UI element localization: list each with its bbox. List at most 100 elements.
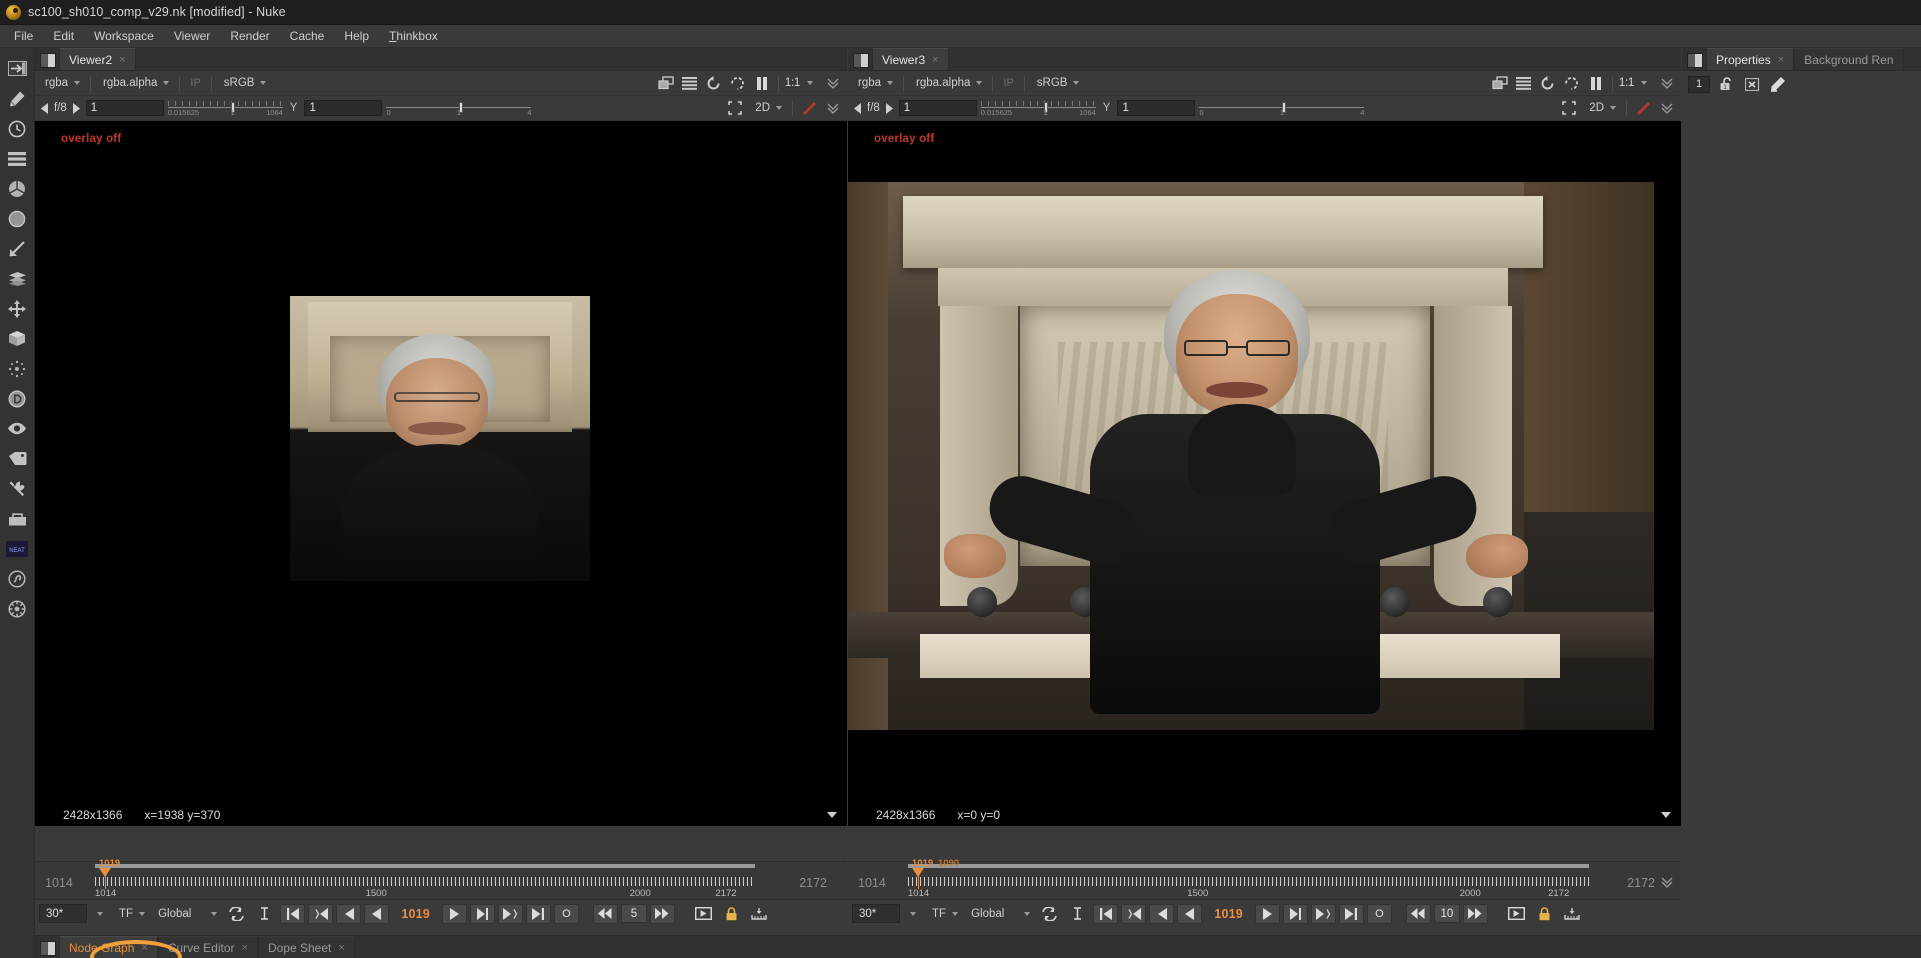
viewer2-current-frame[interactable]: 1019 bbox=[392, 907, 439, 921]
panel-grip-icon[interactable] bbox=[40, 941, 56, 956]
filter-node-icon[interactable] bbox=[3, 206, 31, 231]
menu-item-help[interactable]: Help bbox=[334, 26, 379, 46]
viewer2-prev-keyframe-button[interactable] bbox=[308, 903, 334, 924]
viewer3-roi-icon[interactable] bbox=[1559, 99, 1579, 118]
viewer3-layer-select[interactable]: rgba.alpha bbox=[910, 74, 986, 92]
viewer2-step-forward-button[interactable] bbox=[469, 903, 495, 924]
viewer3-timeline-collapse-icon[interactable] bbox=[1657, 872, 1677, 891]
viewer3-fps-field[interactable]: 30* bbox=[852, 904, 900, 923]
menu-item-thinkbox[interactable]: Thinkbox bbox=[379, 26, 448, 46]
clear-all-icon[interactable] bbox=[1742, 75, 1762, 94]
gear-circle-node-icon[interactable] bbox=[3, 596, 31, 621]
tab-background-render[interactable]: Background Ren bbox=[1794, 48, 1904, 70]
viewer3-collapse-icon[interactable] bbox=[1657, 99, 1677, 118]
viewer3-fstop-decrease[interactable] bbox=[852, 101, 863, 115]
viewer3-step-forward-button[interactable] bbox=[1282, 903, 1308, 924]
metadata-tag-icon[interactable] bbox=[3, 446, 31, 471]
viewer3-playback-mode-button[interactable] bbox=[1037, 904, 1062, 924]
image-node-icon[interactable] bbox=[3, 56, 31, 81]
channel-node-icon[interactable] bbox=[3, 146, 31, 171]
viewer2-frame-range-button[interactable] bbox=[747, 904, 772, 924]
viewer3-gain-slider[interactable]: 0.015625 1 1064 bbox=[980, 100, 1096, 117]
viewer2-step-field[interactable]: 5 bbox=[620, 904, 647, 923]
viewer3-status-expand-icon[interactable] bbox=[1661, 812, 1671, 818]
tab-properties-close-icon[interactable]: × bbox=[1778, 54, 1784, 66]
tab-curve-editor-close-icon[interactable]: × bbox=[242, 942, 248, 954]
viewer2-scope-select[interactable]: Global bbox=[152, 905, 221, 923]
viewer2-zoom-ratio[interactable]: 1:1 bbox=[785, 77, 800, 89]
viewer3-next-keyframe-button[interactable] bbox=[1310, 903, 1336, 924]
viewer2-set-in-point-button[interactable] bbox=[252, 904, 277, 924]
menu-item-viewer[interactable]: Viewer bbox=[164, 26, 220, 46]
viewer3-step-field[interactable]: 10 bbox=[1433, 904, 1460, 923]
panel-grip-icon[interactable] bbox=[1687, 53, 1703, 68]
viewer3-step-back-button[interactable] bbox=[1149, 903, 1175, 924]
viewer3-masking-icon[interactable] bbox=[1633, 99, 1653, 118]
viewer2-playback-mode-button[interactable] bbox=[224, 904, 249, 924]
viewer2-pause-icon[interactable] bbox=[752, 74, 772, 93]
tab-dope-sheet-close-icon[interactable]: × bbox=[338, 942, 344, 954]
wrench-node-icon[interactable] bbox=[3, 476, 31, 501]
viewer2-goto-start-button[interactable] bbox=[280, 903, 306, 924]
viewer2-masking-icon[interactable] bbox=[799, 99, 819, 118]
viewer3-viewmode-select[interactable]: 2D bbox=[1583, 99, 1620, 117]
viewer3-gamma-field[interactable]: 1 bbox=[1117, 100, 1196, 116]
particles-node-icon[interactable] bbox=[3, 356, 31, 381]
transform-node-icon[interactable] bbox=[3, 296, 31, 321]
viewer3-prev-keyframe-button[interactable] bbox=[1121, 903, 1147, 924]
lock-icon[interactable]: 1 bbox=[1716, 75, 1736, 94]
viewer2-frame-back-button[interactable] bbox=[592, 903, 618, 924]
neatvideo-node-icon[interactable]: NEAT bbox=[3, 536, 31, 561]
viewer3-frame-back-button[interactable] bbox=[1405, 903, 1431, 924]
viewer2-play-backward-button[interactable] bbox=[364, 903, 390, 924]
viewer2-colorspace-select[interactable]: sRGB bbox=[218, 74, 271, 92]
viewer3-set-in-point-button[interactable] bbox=[1065, 904, 1090, 924]
viewer2-viewmode-select[interactable]: 2D bbox=[749, 99, 786, 117]
chevron-down-icon[interactable] bbox=[1641, 81, 1647, 85]
viewer3-channels-select[interactable]: rgba bbox=[852, 74, 897, 92]
viewer2-goto-end-button[interactable] bbox=[525, 903, 551, 924]
viewer2-fstop-decrease[interactable] bbox=[39, 101, 50, 115]
viewer3-play-backward-button[interactable] bbox=[1177, 903, 1203, 924]
viewer2-flipbook-button[interactable] bbox=[691, 904, 716, 924]
viewer2-gamma-field[interactable]: 1 bbox=[304, 100, 383, 116]
viewer2-gain-field[interactable]: 1 bbox=[85, 100, 164, 116]
cryptomatte-node-icon[interactable] bbox=[3, 566, 31, 591]
viewer3-ip-badge[interactable]: IP bbox=[999, 77, 1017, 89]
viewer2-status-expand-icon[interactable] bbox=[827, 812, 837, 818]
viewer3-scope-select[interactable]: Global bbox=[965, 905, 1034, 923]
viewer2-timeline[interactable]: 1014 2172 1014 1500 2000 2172 1019 bbox=[35, 858, 847, 899]
viewer2-gamma-slider[interactable]: 0 1 4 bbox=[386, 100, 532, 117]
menu-item-cache[interactable]: Cache bbox=[280, 26, 335, 46]
draw-node-icon[interactable] bbox=[3, 86, 31, 111]
viewer2-collapse-icon[interactable] bbox=[823, 99, 843, 118]
tab-node-graph[interactable]: Node Graph × bbox=[59, 936, 158, 958]
viewer3-zoom-ratio[interactable]: 1:1 bbox=[1619, 77, 1634, 89]
viewer2-roi-icon[interactable] bbox=[725, 99, 745, 118]
menu-item-file[interactable]: File bbox=[4, 26, 43, 46]
viewer2-collapse-icon[interactable] bbox=[823, 74, 843, 93]
viewer3-fstop-increase[interactable] bbox=[884, 101, 895, 115]
viewer2-fstop-increase[interactable] bbox=[71, 101, 82, 115]
viewer3-sync-select[interactable]: TF bbox=[926, 905, 962, 923]
tab-node-graph-close-icon[interactable]: × bbox=[141, 942, 147, 954]
viewer3-goto-start-button[interactable] bbox=[1093, 903, 1119, 924]
viewer3-colorspace-select[interactable]: sRGB bbox=[1031, 74, 1084, 92]
viewer2-play-forward-button[interactable] bbox=[441, 903, 467, 924]
keyer-node-icon[interactable] bbox=[3, 236, 31, 261]
viewer3-refresh-icon[interactable] bbox=[1538, 74, 1558, 93]
viewer3-timeline-ruler[interactable] bbox=[908, 875, 1589, 889]
viewer3-play-forward-button[interactable] bbox=[1254, 903, 1280, 924]
viewer3-collapse-icon[interactable] bbox=[1657, 74, 1677, 93]
viewer2-lock-range-button[interactable] bbox=[719, 904, 744, 924]
viewer2-cache-icon[interactable] bbox=[728, 74, 748, 93]
tab-viewer2[interactable]: Viewer2 × bbox=[59, 48, 136, 70]
viewer3-canvas[interactable]: overlay off 2428x1366 x=0 y=0 bbox=[848, 121, 1681, 826]
viewer2-refresh-icon[interactable] bbox=[704, 74, 724, 93]
viewer2-fps-dropdown[interactable] bbox=[90, 904, 110, 923]
viewer3-fps-dropdown[interactable] bbox=[903, 904, 923, 923]
viewer3-set-out-point-button[interactable]: O bbox=[1366, 903, 1392, 924]
viewer3-lock-range-button[interactable] bbox=[1532, 904, 1557, 924]
viewer3-timeline[interactable]: 1014 2172 1014 1500 2000 2172 1019 1090 bbox=[848, 858, 1681, 899]
menu-item-render[interactable]: Render bbox=[220, 26, 279, 46]
